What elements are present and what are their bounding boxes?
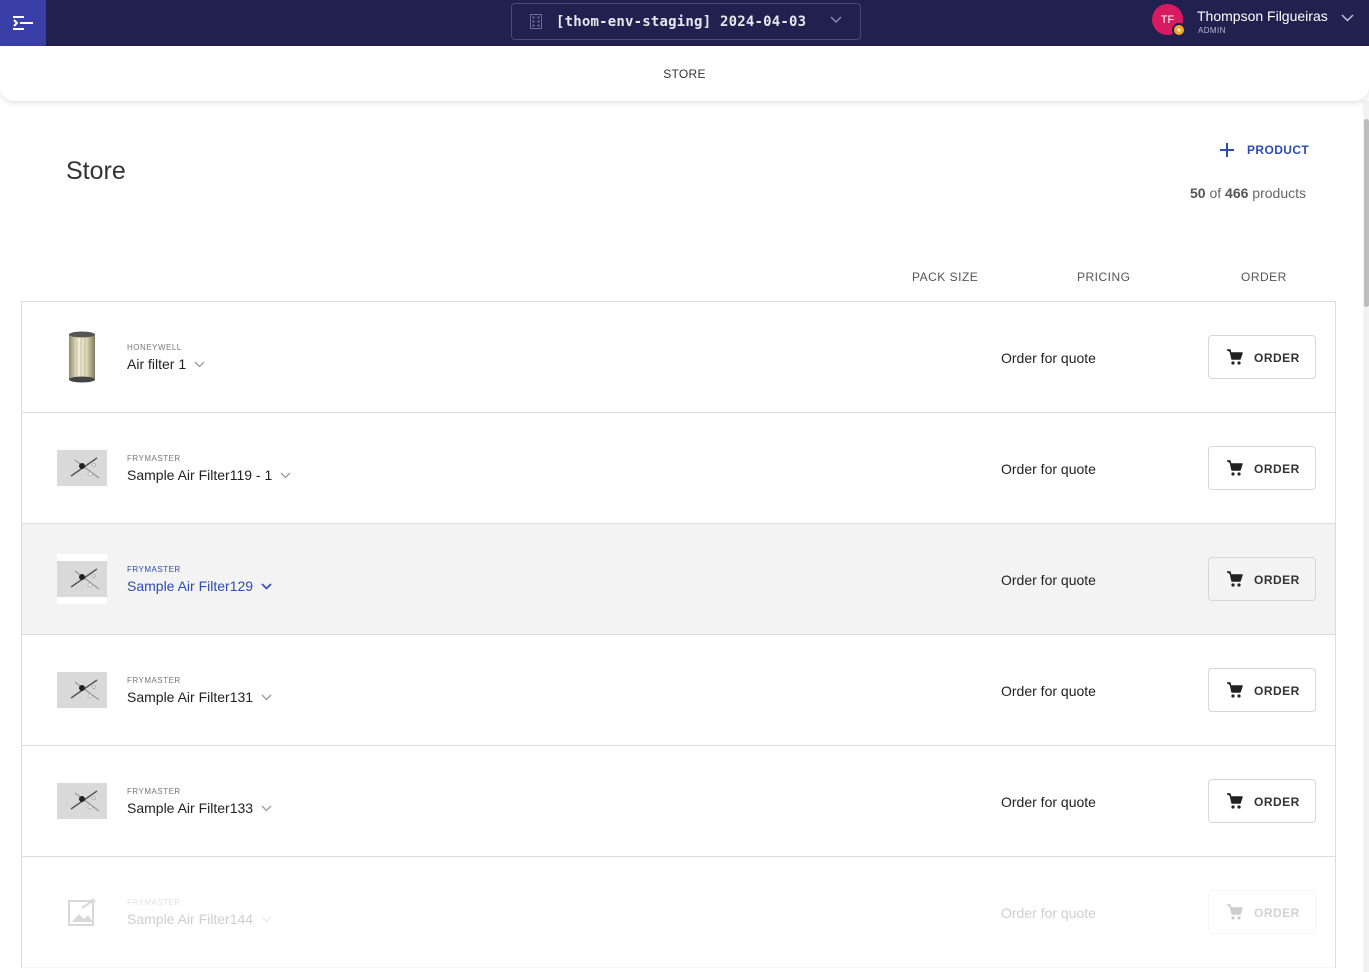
image-placeholder-icon <box>68 898 96 926</box>
menu-open-icon <box>13 16 33 30</box>
chevron-down-icon <box>261 582 272 590</box>
add-product-label: PRODUCT <box>1247 143 1310 157</box>
chevron-down-icon <box>194 361 205 368</box>
cart-icon <box>1227 460 1243 476</box>
product-image[interactable] <box>57 776 107 826</box>
product-row[interactable]: FRYMASTER Sample Air Filter119 - 1 Order… <box>22 413 1335 524</box>
product-name: Sample Air Filter144 <box>127 911 254 927</box>
chevron-down-icon <box>261 694 272 701</box>
product-name: Sample Air Filter131 <box>127 689 254 705</box>
chevron-down-icon <box>261 805 272 812</box>
product-pricing: Order for quote <box>1001 683 1096 699</box>
menu-toggle-button[interactable] <box>0 0 46 46</box>
user-name: Thompson Filgueiras <box>1197 8 1328 24</box>
environment-value: [thom-env-staging] 2024-04-03 <box>556 13 807 30</box>
environment-selector[interactable]: [thom-env-staging] 2024-04-03 <box>511 3 861 40</box>
product-pricing: Order for quote <box>1001 350 1096 366</box>
product-name: Air filter 1 <box>127 356 187 372</box>
cart-icon <box>1227 793 1243 809</box>
chevron-down-icon <box>280 472 291 479</box>
product-name-toggle[interactable]: Sample Air Filter119 - 1 <box>127 467 291 483</box>
product-row[interactable]: HONEYWELL Air filter 1 Order for quote O… <box>22 302 1335 413</box>
building-icon <box>530 14 542 29</box>
product-brand: FRYMASTER <box>127 565 181 574</box>
chevron-down-icon <box>830 16 842 24</box>
order-button-label: ORDER <box>1254 351 1300 365</box>
page-title: Store <box>66 157 126 185</box>
product-pricing: Order for quote <box>1001 905 1096 921</box>
cart-icon <box>1227 904 1243 920</box>
order-button[interactable]: ORDER <box>1208 335 1316 379</box>
product-pricing: Order for quote <box>1001 794 1096 810</box>
product-count: 50 of 466 products <box>1190 185 1306 201</box>
cart-icon <box>1227 349 1243 365</box>
product-row[interactable]: FRYMASTER Sample Air Filter144 Order for… <box>22 857 1335 968</box>
product-row[interactable]: FRYMASTER Sample Air Filter133 Order for… <box>22 746 1335 857</box>
count-unit: products <box>1252 185 1306 201</box>
product-brand: FRYMASTER <box>127 787 181 796</box>
section-header: STORE <box>0 46 1369 101</box>
air-filter-image <box>69 331 95 383</box>
cart-icon <box>1227 682 1243 698</box>
column-header-order: ORDER <box>1241 270 1287 284</box>
count-of: of <box>1209 185 1222 201</box>
tool-photo-image <box>57 561 107 597</box>
product-image[interactable] <box>57 331 107 383</box>
admin-badge-icon: ★ <box>1172 23 1186 37</box>
tool-photo-image <box>57 783 107 819</box>
product-brand: FRYMASTER <box>127 676 181 685</box>
order-button-label: ORDER <box>1254 573 1300 587</box>
count-total: 466 <box>1225 185 1249 201</box>
section-label: STORE <box>663 67 706 81</box>
order-button-label: ORDER <box>1254 684 1300 698</box>
product-image[interactable] <box>57 887 107 937</box>
product-name: Sample Air Filter133 <box>127 800 254 816</box>
product-brand: FRYMASTER <box>127 454 181 463</box>
user-role: ADMIN <box>1198 26 1226 35</box>
product-image[interactable] <box>57 665 107 715</box>
product-image[interactable] <box>57 443 107 493</box>
user-menu[interactable]: TF ★ Thompson Filgueiras ADMIN <box>1152 3 1362 40</box>
product-image[interactable] <box>57 554 107 604</box>
order-button[interactable]: ORDER <box>1208 779 1316 823</box>
product-name-toggle[interactable]: Sample Air Filter144 <box>127 911 272 927</box>
product-name-toggle[interactable]: Sample Air Filter131 <box>127 689 272 705</box>
chevron-down-icon <box>261 916 272 923</box>
product-row[interactable]: FRYMASTER Sample Air Filter129 Order for… <box>22 524 1335 635</box>
scrollbar-thumb[interactable] <box>1364 119 1369 307</box>
tool-photo-image <box>57 672 107 708</box>
product-name-toggle[interactable]: Sample Air Filter133 <box>127 800 272 816</box>
order-button[interactable]: ORDER <box>1208 557 1316 601</box>
cart-icon <box>1227 571 1243 587</box>
product-row[interactable]: FRYMASTER Sample Air Filter131 Order for… <box>22 635 1335 746</box>
product-pricing: Order for quote <box>1001 572 1096 588</box>
top-bar: [thom-env-staging] 2024-04-03 TF ★ Thomp… <box>0 0 1369 46</box>
product-brand: HONEYWELL <box>127 343 182 352</box>
product-name: Sample Air Filter129 <box>127 578 254 594</box>
add-product-button[interactable]: PRODUCT <box>1215 138 1309 162</box>
tool-photo-image <box>57 450 107 486</box>
scrollbar[interactable] <box>1363 101 1369 972</box>
product-brand: FRYMASTER <box>127 898 181 907</box>
order-button[interactable]: ORDER <box>1208 668 1316 712</box>
product-name-toggle[interactable]: Air filter 1 <box>127 356 205 372</box>
avatar-initials: TF <box>1160 13 1175 26</box>
order-button-label: ORDER <box>1254 795 1300 809</box>
product-name: Sample Air Filter119 - 1 <box>127 467 273 483</box>
order-button[interactable]: ORDER <box>1208 446 1316 490</box>
product-pricing: Order for quote <box>1001 461 1096 477</box>
plus-icon <box>1215 138 1239 162</box>
count-shown: 50 <box>1190 185 1206 201</box>
column-header-pack-size: PACK SIZE <box>912 270 979 284</box>
product-name-toggle[interactable]: Sample Air Filter129 <box>127 578 272 594</box>
product-list: HONEYWELL Air filter 1 Order for quote O… <box>21 301 1336 968</box>
order-button[interactable]: ORDER <box>1208 890 1316 934</box>
order-button-label: ORDER <box>1254 462 1300 476</box>
order-button-label: ORDER <box>1254 906 1300 920</box>
column-header-pricing: PRICING <box>1077 270 1131 284</box>
chevron-down-icon <box>1341 14 1354 22</box>
